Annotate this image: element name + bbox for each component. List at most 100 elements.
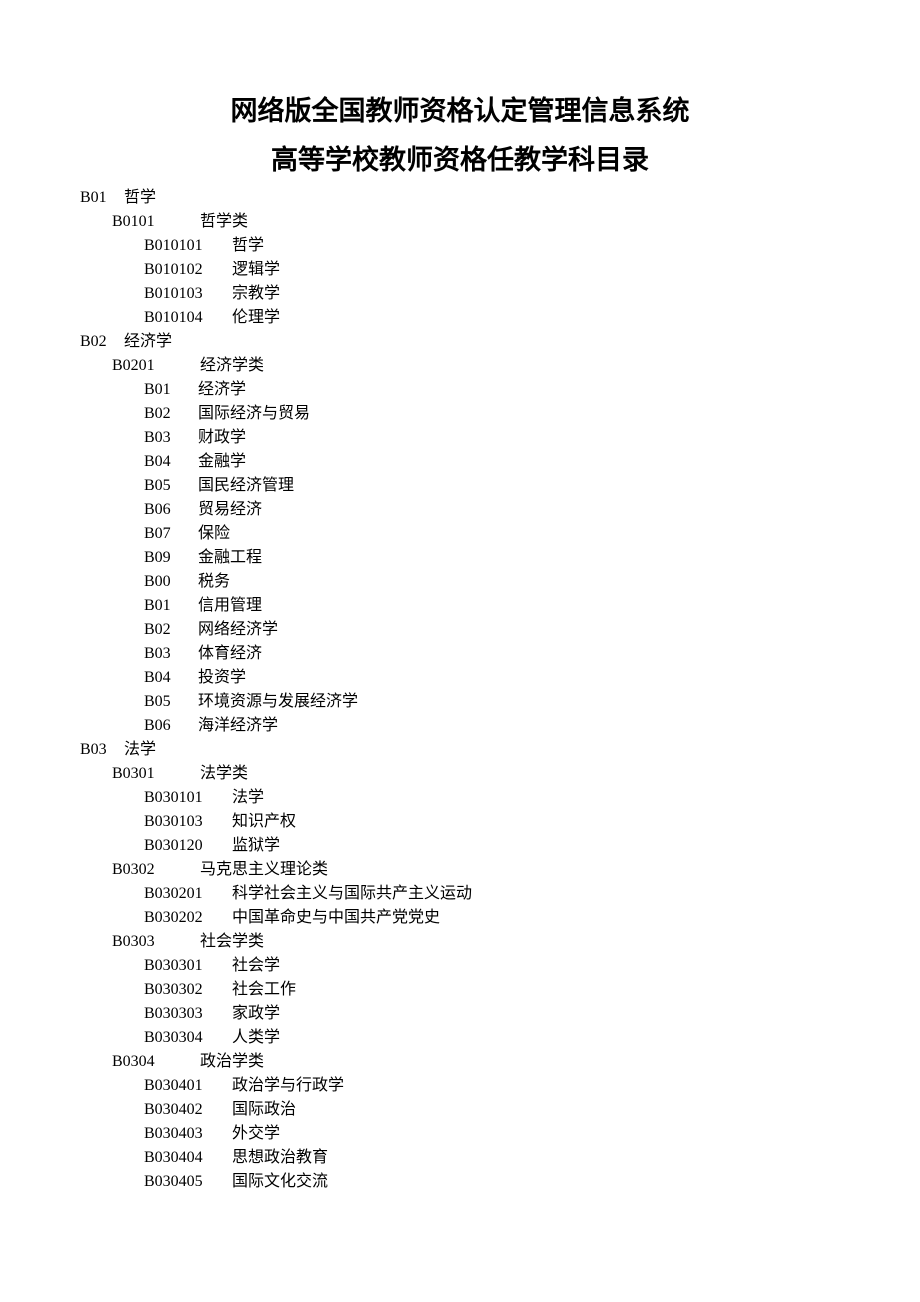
catalog-label: 税务	[198, 570, 230, 594]
catalog-level2: B0101 哲学类	[112, 210, 840, 234]
catalog-label: 伦理学	[232, 306, 280, 330]
catalog-label: 体育经济	[198, 642, 262, 666]
catalog-code: B01	[144, 594, 194, 618]
catalog-code: B030101	[144, 786, 228, 810]
catalog-label: 人类学	[232, 1026, 280, 1050]
catalog-label: 哲学	[124, 186, 156, 210]
catalog-code: B030304	[144, 1026, 228, 1050]
catalog-label: 监狱学	[232, 834, 280, 858]
catalog-level3: B030120 监狱学	[144, 834, 840, 858]
page-title: 网络版全国教师资格认定管理信息系统	[80, 90, 840, 133]
catalog-code: B030301	[144, 954, 228, 978]
catalog-code: B030302	[144, 978, 228, 1002]
catalog-code: B0201	[112, 354, 196, 378]
catalog-label: 知识产权	[232, 810, 296, 834]
catalog-level3: B030304 人类学	[144, 1026, 840, 1050]
catalog-label: 国际文化交流	[232, 1170, 328, 1194]
catalog-label: 社会学	[232, 954, 280, 978]
catalog-label: 法学	[124, 738, 156, 762]
catalog-code: B06	[144, 714, 194, 738]
catalog-label: 经济学	[124, 330, 172, 354]
catalog-tree: B01 哲学B0101 哲学类B010101 哲学B010102 逻辑学B010…	[80, 186, 840, 1194]
catalog-level3: B030202 中国革命史与中国共产党党史	[144, 906, 840, 930]
catalog-label: 海洋经济学	[198, 714, 278, 738]
catalog-code: B010101	[144, 234, 228, 258]
catalog-label: 政治学与行政学	[232, 1074, 344, 1098]
catalog-code: B0302	[112, 858, 196, 882]
catalog-level3: B02 国际经济与贸易	[144, 402, 840, 426]
catalog-level3: B02 网络经济学	[144, 618, 840, 642]
catalog-label: 信用管理	[198, 594, 262, 618]
catalog-level2: B0201 经济学类	[112, 354, 840, 378]
catalog-code: B04	[144, 666, 194, 690]
catalog-code: B02	[144, 402, 194, 426]
catalog-code: B05	[144, 474, 194, 498]
catalog-label: 经济学	[198, 378, 246, 402]
catalog-code: B030202	[144, 906, 228, 930]
catalog-code: B0304	[112, 1050, 196, 1074]
catalog-label: 逻辑学	[232, 258, 280, 282]
catalog-label: 思想政治教育	[232, 1146, 328, 1170]
catalog-level3: B030303 家政学	[144, 1002, 840, 1026]
catalog-level1: B02 经济学	[80, 330, 840, 354]
catalog-label: 社会学类	[200, 930, 264, 954]
catalog-code: B010104	[144, 306, 228, 330]
catalog-code: B05	[144, 690, 194, 714]
catalog-code: B0303	[112, 930, 196, 954]
catalog-label: 哲学类	[200, 210, 248, 234]
catalog-code: B030303	[144, 1002, 228, 1026]
catalog-level3: B010103 宗教学	[144, 282, 840, 306]
catalog-level3: B05 国民经济管理	[144, 474, 840, 498]
catalog-level3: B010102 逻辑学	[144, 258, 840, 282]
catalog-label: 外交学	[232, 1122, 280, 1146]
catalog-code: B03	[144, 426, 194, 450]
catalog-level3: B01 经济学	[144, 378, 840, 402]
catalog-code: B01	[144, 378, 194, 402]
catalog-code: B030404	[144, 1146, 228, 1170]
catalog-code: B030201	[144, 882, 228, 906]
catalog-level2: B0304 政治学类	[112, 1050, 840, 1074]
catalog-label: 法学类	[200, 762, 248, 786]
catalog-level3: B030405 国际文化交流	[144, 1170, 840, 1194]
catalog-code: B0101	[112, 210, 196, 234]
catalog-level3: B01 信用管理	[144, 594, 840, 618]
catalog-code: B00	[144, 570, 194, 594]
catalog-label: 政治学类	[200, 1050, 264, 1074]
catalog-code: B030401	[144, 1074, 228, 1098]
catalog-level3: B030301 社会学	[144, 954, 840, 978]
catalog-code: B04	[144, 450, 194, 474]
catalog-level3: B05 环境资源与发展经济学	[144, 690, 840, 714]
catalog-level3: B03 财政学	[144, 426, 840, 450]
catalog-level3: B04 投资学	[144, 666, 840, 690]
catalog-label: 国际经济与贸易	[198, 402, 310, 426]
catalog-level3: B030302 社会工作	[144, 978, 840, 1002]
catalog-level1: B01 哲学	[80, 186, 840, 210]
catalog-level3: B030101 法学	[144, 786, 840, 810]
catalog-code: B030103	[144, 810, 228, 834]
catalog-code: B06	[144, 498, 194, 522]
catalog-label: 金融学	[198, 450, 246, 474]
catalog-label: 哲学	[232, 234, 264, 258]
catalog-level1: B03 法学	[80, 738, 840, 762]
catalog-level3: B00 税务	[144, 570, 840, 594]
catalog-level2: B0303 社会学类	[112, 930, 840, 954]
catalog-label: 环境资源与发展经济学	[198, 690, 358, 714]
catalog-level3: B04 金融学	[144, 450, 840, 474]
catalog-label: 科学社会主义与国际共产主义运动	[232, 882, 472, 906]
catalog-code: B030405	[144, 1170, 228, 1194]
catalog-code: B01	[80, 186, 120, 210]
catalog-label: 国民经济管理	[198, 474, 294, 498]
catalog-label: 财政学	[198, 426, 246, 450]
catalog-label: 国际政治	[232, 1098, 296, 1122]
catalog-level3: B010104 伦理学	[144, 306, 840, 330]
catalog-code: B030403	[144, 1122, 228, 1146]
catalog-level3: B030201 科学社会主义与国际共产主义运动	[144, 882, 840, 906]
catalog-label: 中国革命史与中国共产党党史	[232, 906, 440, 930]
catalog-code: B010102	[144, 258, 228, 282]
catalog-code: B02	[80, 330, 120, 354]
catalog-code: B02	[144, 618, 194, 642]
catalog-code: B03	[144, 642, 194, 666]
catalog-level3: B09 金融工程	[144, 546, 840, 570]
catalog-code: B03	[80, 738, 120, 762]
page-subtitle: 高等学校教师资格任教学科目录	[80, 139, 840, 182]
